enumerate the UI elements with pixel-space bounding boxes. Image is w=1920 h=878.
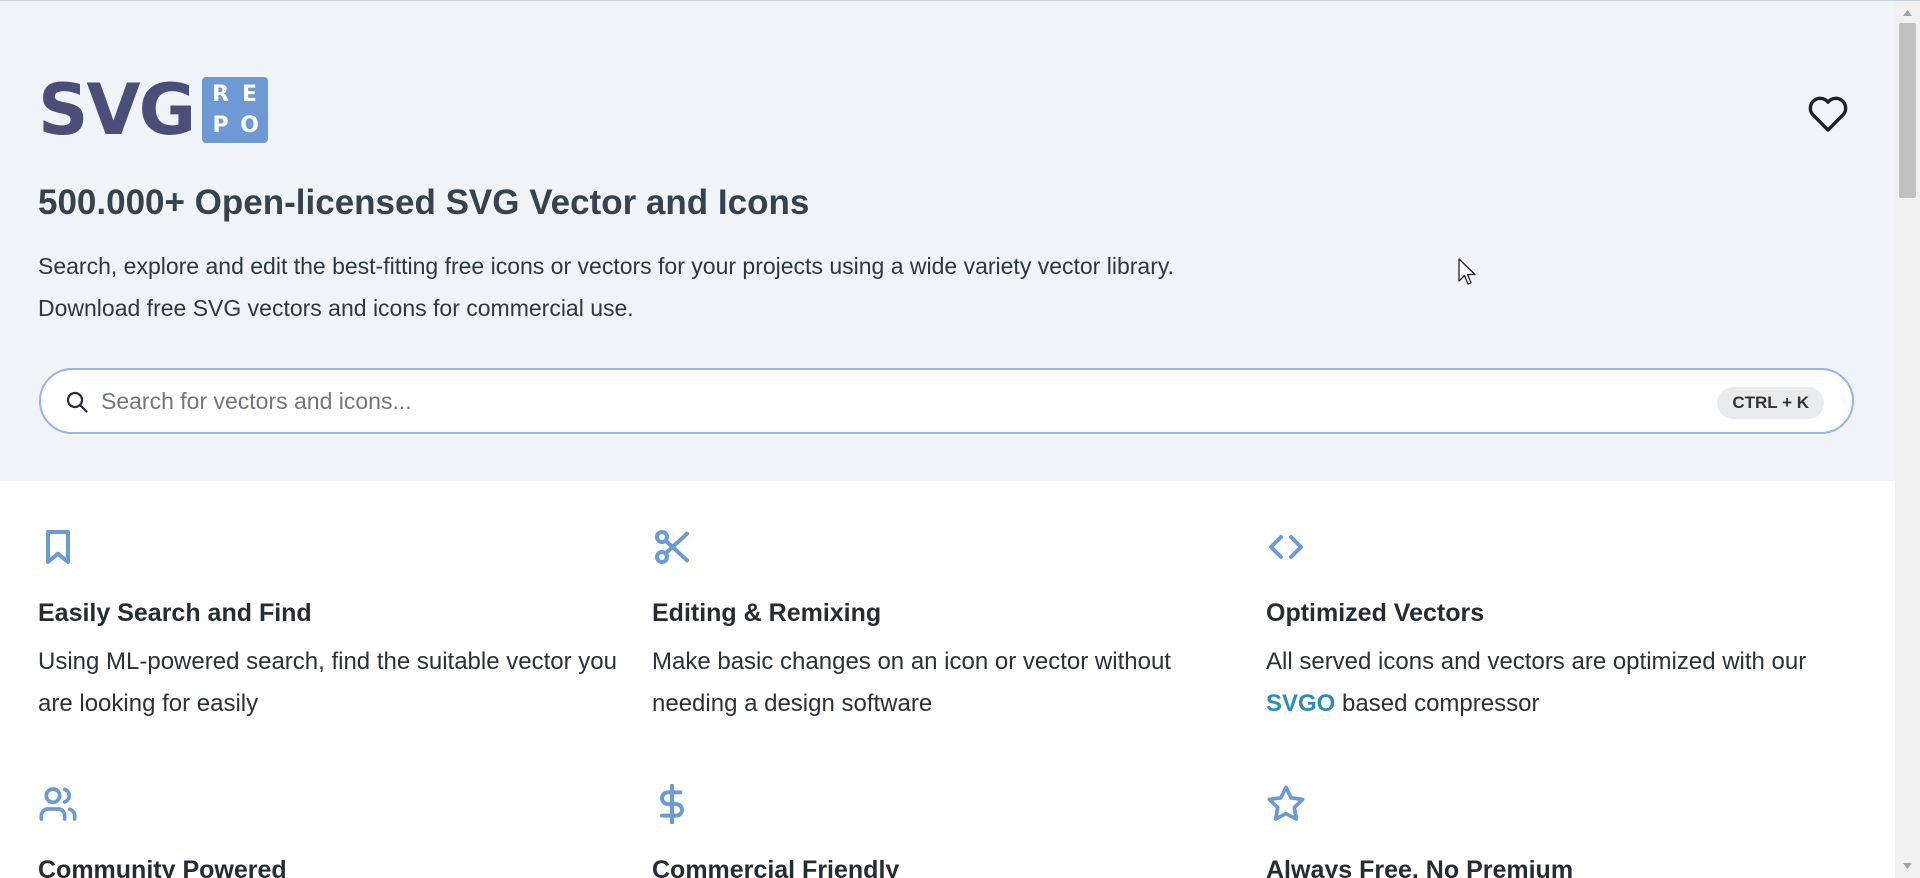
logo-badge-letter: O xyxy=(240,113,259,138)
feature-search: Easily Search and Find Using ML-powered … xyxy=(38,527,638,727)
heart-icon[interactable] xyxy=(1804,89,1852,137)
svgo-link[interactable]: SVGO xyxy=(1266,690,1335,717)
logo-badge-letter: E xyxy=(242,82,258,107)
feature-optimized: Optimized Vectors All served icons and v… xyxy=(1266,527,1866,727)
users-icon xyxy=(38,784,78,824)
subtitle-line-1: Search, explore and edit the best-fittin… xyxy=(38,253,1175,279)
feature-community: Community Powered xyxy=(38,784,638,878)
search-bar[interactable]: CTRL + K xyxy=(39,368,1854,434)
logo-badge: R E P O xyxy=(202,77,269,143)
bookmark-icon xyxy=(38,527,78,567)
feature-description: Make basic changes on an icon or vector … xyxy=(652,648,1171,717)
dollar-icon xyxy=(652,783,692,825)
mouse-cursor-icon xyxy=(1458,258,1478,288)
hero-section: SVG R E P O 500.000+ Open-licensed SVG V… xyxy=(0,1,1895,481)
scrollbar-thumb[interactable] xyxy=(1899,23,1916,198)
logo-badge-letter: P xyxy=(212,113,229,138)
feature-desc-text: All served icons and vectors are optimiz… xyxy=(1266,648,1807,675)
scroll-up-arrow-icon[interactable] xyxy=(1895,5,1920,21)
page: SVG R E P O 500.000+ Open-licensed SVG V… xyxy=(0,0,1920,878)
feature-description: Using ML-powered search, find the suitab… xyxy=(38,648,617,717)
feature-title: Editing & Remixing xyxy=(652,599,882,627)
keyboard-shortcut-badge: CTRL + K xyxy=(1717,387,1824,419)
scroll-down-arrow-icon[interactable] xyxy=(1895,858,1920,874)
feature-title: Optimized Vectors xyxy=(1266,599,1485,627)
scrollbar[interactable] xyxy=(1895,1,1920,878)
feature-title: Community Powered xyxy=(38,856,287,878)
star-icon xyxy=(1266,784,1306,824)
page-title: 500.000+ Open-licensed SVG Vector and Ic… xyxy=(38,183,810,222)
svgrepo-logo[interactable]: SVG R E P O xyxy=(38,69,269,151)
page-subtitle: Search, explore and edit the best-fittin… xyxy=(38,245,1174,329)
logo-badge-letter: R xyxy=(212,82,230,107)
feature-editing: Editing & Remixing Make basic changes on… xyxy=(652,527,1252,727)
code-icon xyxy=(1266,527,1306,567)
search-input[interactable] xyxy=(101,380,1701,422)
feature-free: Always Free, No Premium xyxy=(1266,784,1866,878)
feature-title: Commercial Friendly xyxy=(652,856,900,878)
feature-commercial: Commercial Friendly xyxy=(652,783,1252,878)
feature-desc-text: based compressor xyxy=(1335,690,1540,717)
feature-description: All served icons and vectors are optimiz… xyxy=(1266,641,1866,725)
logo-text: SVG xyxy=(38,69,196,151)
subtitle-line-2: Download free SVG vectors and icons for … xyxy=(38,295,634,321)
scissors-icon xyxy=(652,527,692,567)
search-icon xyxy=(65,390,89,414)
feature-title: Easily Search and Find xyxy=(38,599,312,627)
feature-title: Always Free, No Premium xyxy=(1266,856,1574,878)
